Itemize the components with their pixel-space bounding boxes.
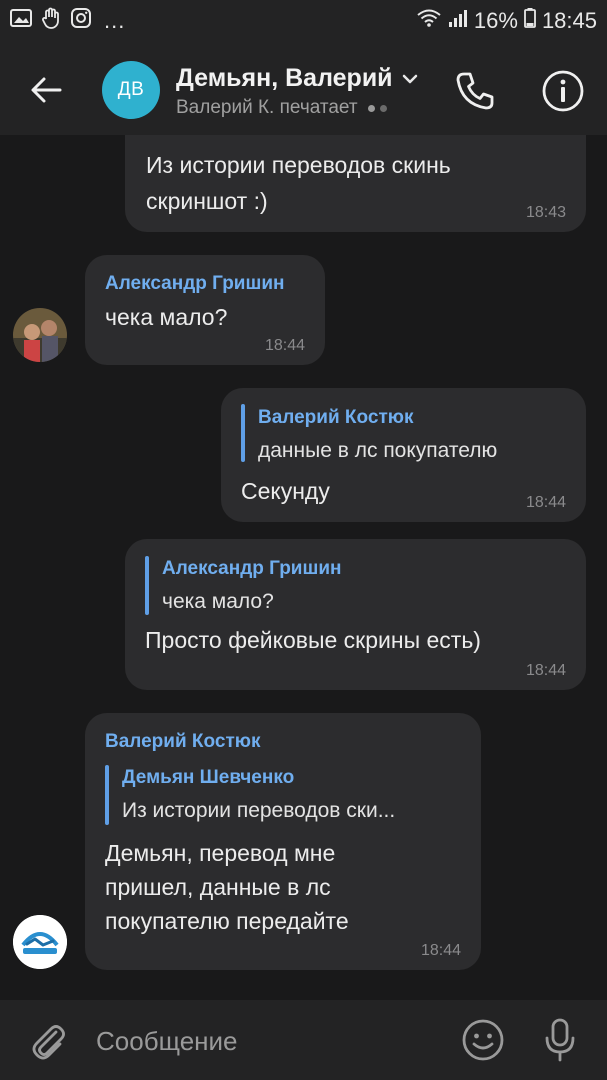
guarantee-logo-icon	[13, 915, 67, 969]
reply-quote-bar	[105, 765, 109, 825]
message-bubble[interactable]: Валерий Костюк данные в лс покупателю Се…	[221, 388, 586, 522]
reply-quote-name: Александр Гришин	[162, 558, 342, 579]
avatar-aleksandr[interactable]	[13, 308, 67, 362]
avatar-valeriy[interactable]	[13, 915, 67, 969]
chat-header: ДВ Демьян, Валерий Валерий К. печатает	[0, 42, 607, 135]
instagram-icon	[70, 7, 92, 35]
phone-icon	[456, 72, 494, 110]
message-bubble[interactable]: Александр Гришин чека мало? Просто фейко…	[125, 539, 586, 690]
message-composer	[0, 1000, 607, 1080]
microphone-button[interactable]	[538, 1016, 582, 1064]
message-time: 18:43	[525, 204, 566, 221]
message-input[interactable]	[96, 1020, 436, 1062]
hand-icon	[40, 7, 62, 35]
message-bubble[interactable]: Александр Гришин чека мало? 18:44	[85, 255, 325, 365]
clock: 18:45	[541, 8, 597, 33]
back-button[interactable]	[26, 70, 66, 110]
reply-quote-bar	[241, 404, 245, 462]
message-time: 18:44	[525, 494, 566, 511]
signal-icon	[448, 8, 468, 34]
paperclip-icon	[32, 1025, 65, 1060]
message-time: 18:44	[420, 942, 461, 959]
back-arrow-icon	[31, 77, 62, 103]
wifi-icon	[416, 8, 442, 34]
user-photo-icon	[13, 308, 67, 362]
message-text: пришел, данные в лс	[105, 874, 331, 900]
message-time: 18:44	[264, 337, 305, 354]
gallery-icon	[10, 8, 32, 34]
reply-quote-text: чека мало?	[162, 590, 274, 613]
message-text: чека мало?	[105, 304, 228, 330]
message-text: Из истории переводов скинь	[146, 152, 451, 178]
chat-avatar[interactable]: ДВ	[102, 61, 160, 119]
emoji-button[interactable]	[460, 1017, 506, 1063]
status-bar: ... 16% 18:45	[0, 0, 607, 42]
attach-button[interactable]	[28, 1020, 68, 1062]
chat-title-button[interactable]: Демьян, Валерий	[176, 64, 419, 93]
info-button[interactable]	[540, 68, 586, 114]
battery-icon	[524, 8, 536, 34]
typing-status-text: Валерий К. печатает	[176, 97, 358, 118]
typing-dots-icon	[367, 104, 387, 112]
typing-status: Валерий К. печатает	[176, 97, 387, 119]
message-text: покупателю передайте	[105, 908, 349, 934]
status-bar-right: 16% 18:45	[416, 8, 597, 34]
chevron-down-icon	[402, 74, 417, 83]
info-icon	[542, 70, 584, 112]
reply-quote-bar	[145, 556, 149, 615]
message-text: Демьян, перевод мне	[105, 840, 336, 866]
sender-name: Александр Гришин	[105, 273, 285, 294]
more-notifications: ...	[104, 8, 126, 33]
message-text: Секунду	[241, 478, 330, 504]
reply-quote-text: данные в лс покупателю	[258, 439, 498, 462]
message-time: 18:44	[525, 662, 566, 679]
message-text: скриншот :)	[146, 188, 268, 214]
message-bubble[interactable]: Валерий Костюк Демьян Шевченко Из истори…	[85, 713, 481, 970]
status-bar-left: ...	[10, 7, 125, 35]
emoji-icon	[462, 1019, 504, 1061]
reply-quote-text: Из истории переводов ски...	[122, 799, 396, 822]
chat-title: Демьян, Валерий	[176, 64, 393, 92]
call-button[interactable]	[452, 68, 498, 114]
message-text: Просто фейковые скрины есть)	[145, 627, 481, 653]
sender-name: Валерий Костюк	[105, 731, 261, 752]
microphone-icon	[545, 1018, 575, 1062]
battery-percent: 16%	[473, 8, 518, 33]
reply-quote-name: Демьян Шевченко	[122, 767, 295, 788]
reply-quote-name: Валерий Костюк	[258, 407, 414, 428]
